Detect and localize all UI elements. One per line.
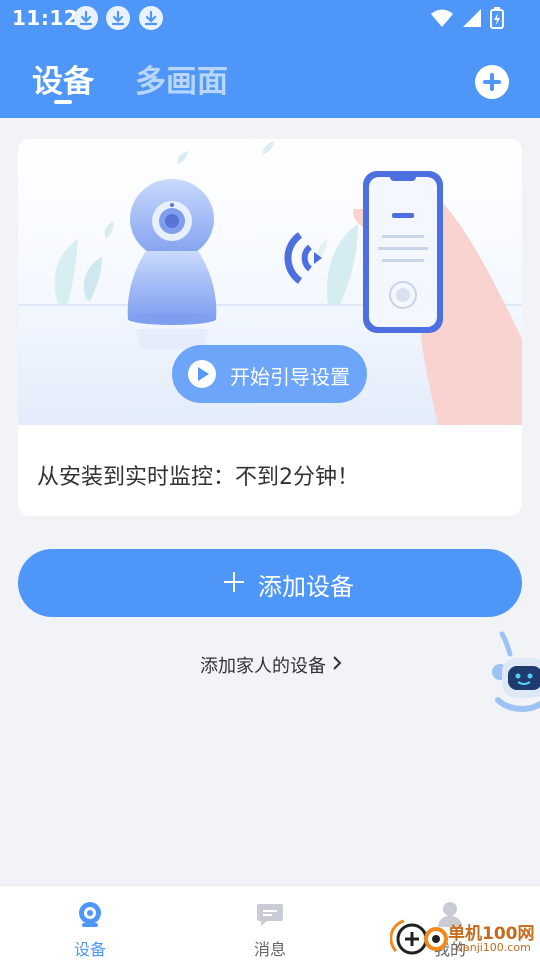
status-time: 11:12 xyxy=(12,6,79,30)
add-family-device-link[interactable]: 添加家人的设备 xyxy=(200,652,326,678)
download-icon xyxy=(139,6,163,30)
chevron-right-icon[interactable] xyxy=(330,654,344,672)
tab-multi-view[interactable]: 多画面 xyxy=(135,56,228,101)
watermark-url: danji100.com xyxy=(456,941,531,954)
watermark-logo-icon xyxy=(389,919,448,955)
message-icon xyxy=(256,900,284,928)
signal-icon xyxy=(462,8,482,32)
start-guide-label: 开始引导设置 xyxy=(230,365,350,389)
add-device-button[interactable]: 添加设备 xyxy=(18,549,522,617)
nav-label-devices: 设备 xyxy=(73,940,106,959)
nav-item-messages[interactable]: 消息 xyxy=(220,886,320,960)
app-header: 11:12 设备 多画面 xyxy=(0,0,540,118)
nav-item-devices[interactable]: 设备 xyxy=(40,886,140,960)
status-indicators xyxy=(430,7,504,33)
status-bar: 11:12 xyxy=(0,0,540,36)
guide-caption: 从安装到实时监控：不到2分钟！ xyxy=(37,465,359,490)
start-guide-button[interactable]: 开始引导设置 xyxy=(172,345,367,403)
setup-guide-card[interactable]: 开始引导设置 从安装到实时监控：不到2分钟！ xyxy=(18,139,522,516)
tab-devices[interactable]: 设备 xyxy=(32,56,94,101)
battery-charging-icon xyxy=(490,7,504,33)
nav-label-messages: 消息 xyxy=(253,940,286,959)
robot-assistant-icon[interactable] xyxy=(488,630,540,714)
add-device-label: 添加设备 xyxy=(258,573,354,601)
plus-circle-icon[interactable] xyxy=(475,65,509,99)
download-icon xyxy=(106,6,130,30)
camera-icon xyxy=(76,900,104,928)
download-icon xyxy=(74,6,98,30)
play-icon xyxy=(188,360,216,388)
tab-indicator xyxy=(54,100,72,104)
site-watermark: 单机100网 danji100.com xyxy=(389,913,540,960)
wifi-icon xyxy=(430,8,454,32)
plus-icon xyxy=(224,571,246,593)
